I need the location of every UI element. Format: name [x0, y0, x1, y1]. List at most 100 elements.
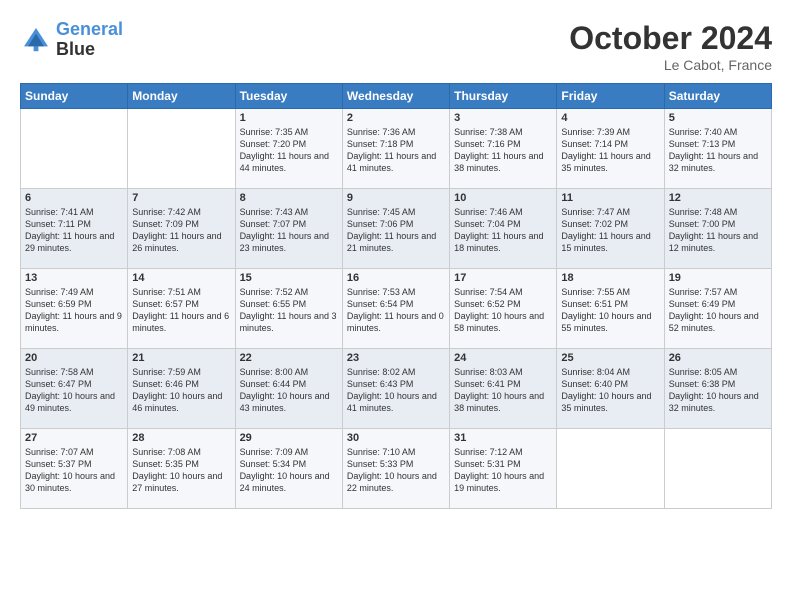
day-number: 10	[454, 192, 552, 204]
day-info: Sunrise: 7:53 AM Sunset: 6:54 PM Dayligh…	[347, 286, 445, 335]
calendar-cell: 28Sunrise: 7:08 AM Sunset: 5:35 PM Dayli…	[128, 429, 235, 509]
title-block: October 2024 Le Cabot, France	[569, 20, 772, 73]
day-info: Sunrise: 7:40 AM Sunset: 7:13 PM Dayligh…	[669, 126, 767, 175]
calendar-cell: 19 Sunrise: 7:57 AM Sunset: 6:49 PM Dayli…	[664, 269, 771, 349]
calendar-cell: 27 Sunrise: 7:07 AM Sunset: 5:37 PM Dayli…	[21, 429, 128, 509]
weekday-header: Friday	[557, 84, 664, 109]
day-info: Sunrise: 7:36 AM Sunset: 7:18 PM Dayligh…	[347, 126, 445, 175]
calendar-cell: 10Sunrise: 7:46 AM Sunset: 7:04 PM Dayli…	[450, 189, 557, 269]
calendar-cell: 23Sunrise: 8:02 AM Sunset: 6:43 PM Dayli…	[342, 349, 449, 429]
day-info: Sunrise: 7:43 AM Sunset: 7:07 PM Dayligh…	[240, 206, 338, 255]
calendar-cell: 2 Sunrise: 7:36 AM Sunset: 7:18 PM Daylig…	[342, 109, 449, 189]
calendar-cell: 16 Sunrise: 7:53 AM Sunset: 6:54 PM Dayli…	[342, 269, 449, 349]
page: General Blue October 2024 Le Cabot, Fran…	[0, 0, 792, 612]
calendar-cell	[21, 109, 128, 189]
day-number: 8	[240, 192, 338, 204]
day-info: Sunrise: 8:03 AM Sunset: 6:41 PM Dayligh…	[454, 366, 552, 415]
logo-icon	[20, 24, 52, 56]
calendar-cell	[557, 429, 664, 509]
day-number: 4	[561, 112, 659, 124]
day-info: Sunrise: 7:59 AM Sunset: 6:46 PM Dayligh…	[132, 366, 230, 415]
day-number: 23	[347, 352, 445, 364]
day-number: 14	[132, 272, 230, 284]
calendar-cell: 17Sunrise: 7:54 AM Sunset: 6:52 PM Dayli…	[450, 269, 557, 349]
day-info: Sunrise: 7:07 AM Sunset: 5:37 PM Dayligh…	[25, 446, 123, 495]
day-number: 16	[347, 272, 445, 284]
calendar-cell: 9Sunrise: 7:45 AM Sunset: 7:06 PM Daylig…	[342, 189, 449, 269]
day-number: 11	[561, 192, 659, 204]
calendar-cell: 14 Sunrise: 7:51 AM Sunset: 6:57 PM Dayli…	[128, 269, 235, 349]
day-info: Sunrise: 7:52 AM Sunset: 6:55 PM Dayligh…	[240, 286, 338, 335]
day-number: 6	[25, 192, 123, 204]
calendar-cell: 30 Sunrise: 7:10 AM Sunset: 5:33 PM Dayli…	[342, 429, 449, 509]
calendar-header-row: SundayMondayTuesdayWednesdayThursdayFrid…	[21, 84, 772, 109]
day-number: 19	[669, 272, 767, 284]
weekday-header: Monday	[128, 84, 235, 109]
day-number: 3	[454, 112, 552, 124]
day-info: Sunrise: 7:12 AM Sunset: 5:31 PM Dayligh…	[454, 446, 552, 495]
calendar-cell: 6Sunrise: 7:41 AM Sunset: 7:11 PM Daylig…	[21, 189, 128, 269]
calendar-cell: 5 Sunrise: 7:40 AM Sunset: 7:13 PM Daylig…	[664, 109, 771, 189]
day-number: 29	[240, 432, 338, 444]
day-number: 12	[669, 192, 767, 204]
calendar-cell: 31 Sunrise: 7:12 AM Sunset: 5:31 PM Dayli…	[450, 429, 557, 509]
day-number: 20	[25, 352, 123, 364]
day-number: 24	[454, 352, 552, 364]
calendar-cell	[664, 429, 771, 509]
day-number: 27	[25, 432, 123, 444]
day-number: 22	[240, 352, 338, 364]
day-number: 2	[347, 112, 445, 124]
calendar-cell: 22 Sunrise: 8:00 AM Sunset: 6:44 PM Dayli…	[235, 349, 342, 429]
day-info: Sunrise: 8:05 AM Sunset: 6:38 PM Dayligh…	[669, 366, 767, 415]
day-info: Sunrise: 7:51 AM Sunset: 6:57 PM Dayligh…	[132, 286, 230, 335]
day-info: Sunrise: 7:38 AM Sunset: 7:16 PM Dayligh…	[454, 126, 552, 175]
day-number: 1	[240, 112, 338, 124]
day-info: Sunrise: 7:10 AM Sunset: 5:33 PM Dayligh…	[347, 446, 445, 495]
calendar-cell: 11 Sunrise: 7:47 AM Sunset: 7:02 PM Dayli…	[557, 189, 664, 269]
day-number: 31	[454, 432, 552, 444]
header: General Blue October 2024 Le Cabot, Fran…	[20, 20, 772, 73]
day-number: 30	[347, 432, 445, 444]
day-info: Sunrise: 8:04 AM Sunset: 6:40 PM Dayligh…	[561, 366, 659, 415]
day-info: Sunrise: 7:08 AM Sunset: 5:35 PM Dayligh…	[132, 446, 230, 495]
calendar-cell: 24 Sunrise: 8:03 AM Sunset: 6:41 PM Dayli…	[450, 349, 557, 429]
day-number: 25	[561, 352, 659, 364]
day-info: Sunrise: 7:39 AM Sunset: 7:14 PM Dayligh…	[561, 126, 659, 175]
day-number: 13	[25, 272, 123, 284]
day-info: Sunrise: 7:35 AM Sunset: 7:20 PM Dayligh…	[240, 126, 338, 175]
calendar-cell: 20 Sunrise: 7:58 AM Sunset: 6:47 PM Dayli…	[21, 349, 128, 429]
calendar-week-row: 1 Sunrise: 7:35 AM Sunset: 7:20 PM Daylig…	[21, 109, 772, 189]
day-info: Sunrise: 7:47 AM Sunset: 7:02 PM Dayligh…	[561, 206, 659, 255]
weekday-header: Tuesday	[235, 84, 342, 109]
calendar-cell: 12 Sunrise: 7:48 AM Sunset: 7:00 PM Dayli…	[664, 189, 771, 269]
day-info: Sunrise: 7:58 AM Sunset: 6:47 PM Dayligh…	[25, 366, 123, 415]
day-number: 15	[240, 272, 338, 284]
logo-text: General Blue	[56, 20, 123, 60]
calendar: SundayMondayTuesdayWednesdayThursdayFrid…	[20, 83, 772, 509]
day-info: Sunrise: 7:57 AM Sunset: 6:49 PM Dayligh…	[669, 286, 767, 335]
day-number: 5	[669, 112, 767, 124]
calendar-cell: 26Sunrise: 8:05 AM Sunset: 6:38 PM Dayli…	[664, 349, 771, 429]
calendar-cell: 8 Sunrise: 7:43 AM Sunset: 7:07 PM Daylig…	[235, 189, 342, 269]
day-info: Sunrise: 7:48 AM Sunset: 7:00 PM Dayligh…	[669, 206, 767, 255]
day-info: Sunrise: 7:09 AM Sunset: 5:34 PM Dayligh…	[240, 446, 338, 495]
calendar-cell	[128, 109, 235, 189]
weekday-header: Saturday	[664, 84, 771, 109]
calendar-cell: 1 Sunrise: 7:35 AM Sunset: 7:20 PM Daylig…	[235, 109, 342, 189]
weekday-header: Sunday	[21, 84, 128, 109]
weekday-header: Wednesday	[342, 84, 449, 109]
day-number: 9	[347, 192, 445, 204]
day-info: Sunrise: 7:49 AM Sunset: 6:59 PM Dayligh…	[25, 286, 123, 335]
calendar-week-row: 13 Sunrise: 7:49 AM Sunset: 6:59 PM Dayli…	[21, 269, 772, 349]
weekday-header: Thursday	[450, 84, 557, 109]
day-info: Sunrise: 8:00 AM Sunset: 6:44 PM Dayligh…	[240, 366, 338, 415]
location: Le Cabot, France	[569, 57, 772, 73]
calendar-cell: 29 Sunrise: 7:09 AM Sunset: 5:34 PM Dayli…	[235, 429, 342, 509]
calendar-cell: 25 Sunrise: 8:04 AM Sunset: 6:40 PM Dayli…	[557, 349, 664, 429]
month-title: October 2024	[569, 20, 772, 57]
calendar-cell: 7 Sunrise: 7:42 AM Sunset: 7:09 PM Daylig…	[128, 189, 235, 269]
day-info: Sunrise: 7:42 AM Sunset: 7:09 PM Dayligh…	[132, 206, 230, 255]
calendar-week-row: 20 Sunrise: 7:58 AM Sunset: 6:47 PM Dayli…	[21, 349, 772, 429]
day-number: 7	[132, 192, 230, 204]
logo: General Blue	[20, 20, 123, 60]
